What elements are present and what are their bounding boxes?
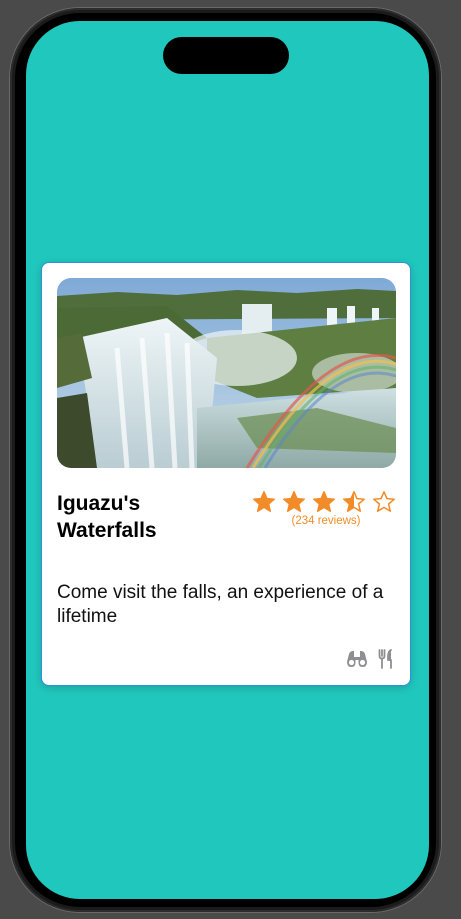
star-empty-icon — [373, 491, 395, 512]
star-full-icon — [313, 491, 335, 512]
binoculars-icon — [346, 650, 368, 668]
place-card[interactable]: Iguazu's Waterfalls (234 reviews) Come v… — [41, 262, 411, 686]
dynamic-island — [163, 37, 289, 74]
fork-knife-icon — [378, 649, 394, 669]
reviews-count: (234 reviews) — [291, 515, 361, 527]
star-full-icon — [283, 491, 305, 512]
rating: (234 reviews) — [246, 490, 396, 527]
star-full-icon — [253, 491, 275, 512]
app-screen: Iguazu's Waterfalls (234 reviews) Come v… — [26, 21, 429, 899]
star-rating — [246, 490, 396, 514]
star-half-icon — [343, 491, 365, 512]
place-description: Come visit the falls, an experience of a… — [57, 582, 384, 627]
amenities — [346, 649, 394, 669]
waterfall-photo — [57, 278, 396, 468]
place-title: Iguazu's Waterfalls — [57, 492, 157, 542]
